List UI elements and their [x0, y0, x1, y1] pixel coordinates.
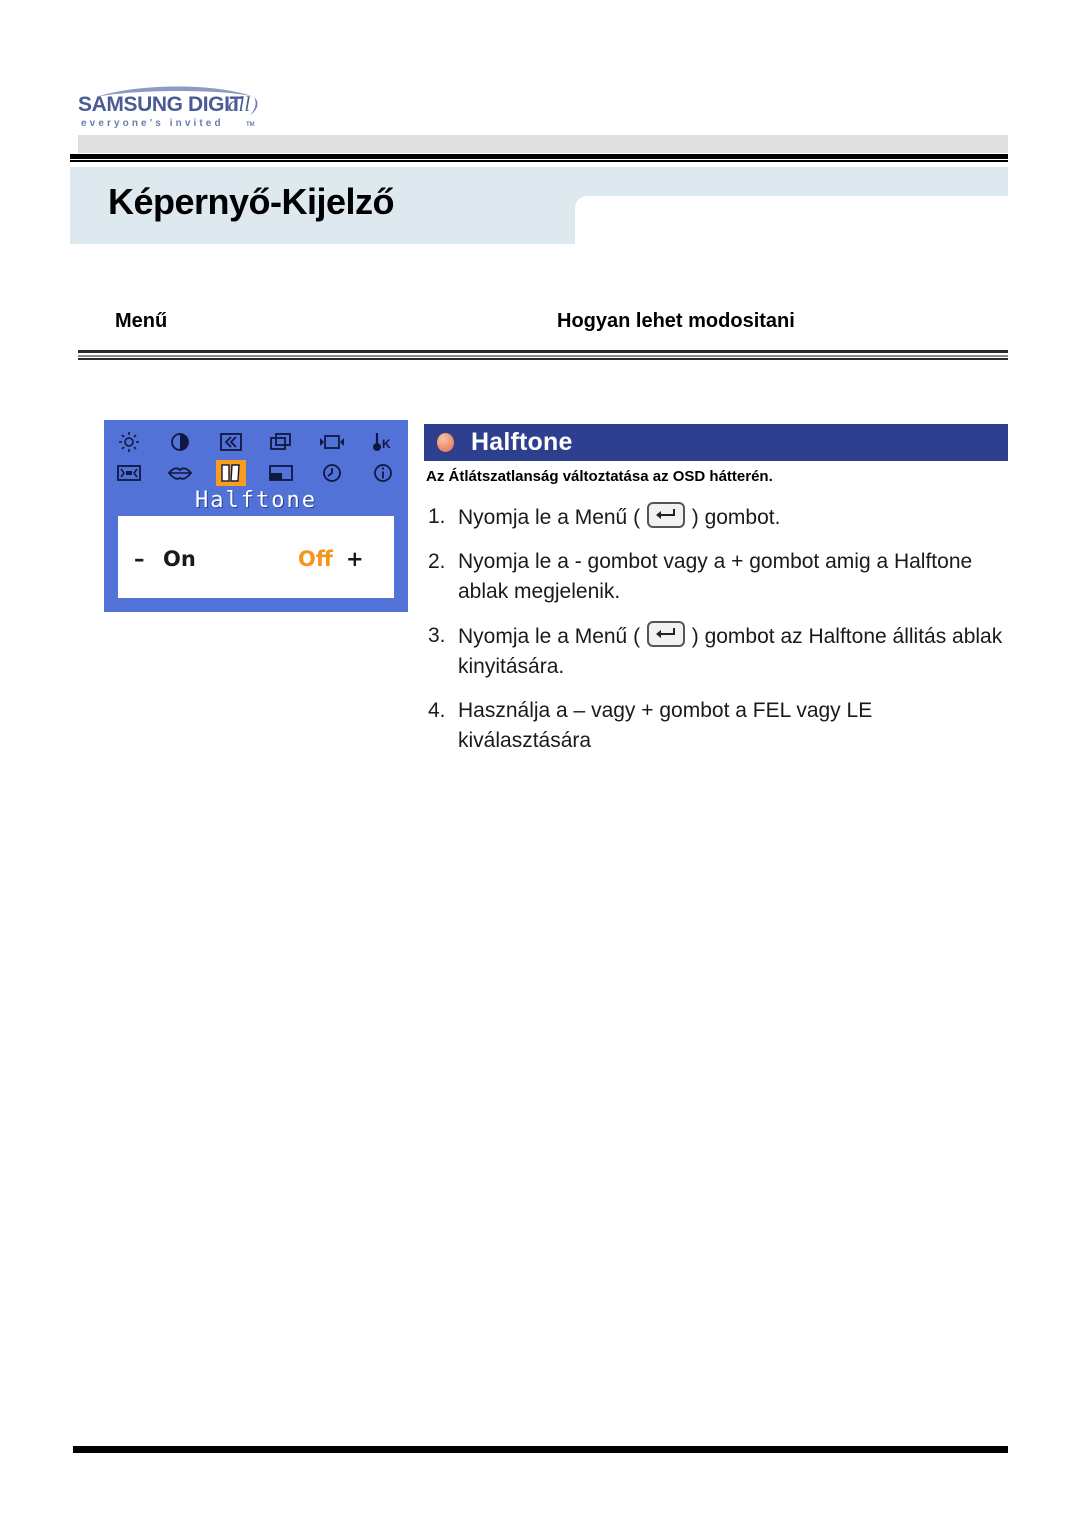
svg-text:all: all	[228, 92, 250, 116]
page-title: Képernyő-Kijelző	[108, 181, 395, 222]
list-item: 4. Használja a – vagy + gombot a FEL vag…	[428, 696, 1008, 756]
step-text: Használja a – vagy + gombot a FEL vagy L…	[458, 699, 873, 752]
enter-key-icon	[646, 621, 685, 647]
orange-ball-bullet-icon	[437, 433, 454, 452]
osd-title: Halftone	[195, 488, 317, 513]
brightness-icon	[114, 429, 144, 455]
top-gray-band	[78, 135, 1008, 153]
step-text: Nyomja le a Menű ( ) gombot az Halftone …	[458, 621, 1008, 682]
image-size-icon	[114, 460, 144, 486]
step-number: 2.	[428, 550, 446, 573]
list-item: 2. Nyomja le a - gombot vagy a + gombot …	[428, 547, 1008, 607]
h-position-icon	[317, 429, 347, 455]
svg-text:TM: TM	[246, 122, 255, 128]
osd-icon-row-1: K	[104, 426, 408, 458]
information-icon	[368, 460, 398, 486]
step-text-post: ) gombot.	[685, 506, 781, 529]
osd-plus-symbol: +	[346, 547, 364, 571]
list-item: 1. Nyomja le a Menű ( ) gombot.	[428, 502, 1008, 533]
samsung-digitall-logo-graphic: SAMSUNG DIGIT all everyone's invited TM	[78, 86, 258, 129]
osd-minus-symbol: –	[134, 547, 145, 571]
svg-text:SAMSUNG DIGIT: SAMSUNG DIGIT	[78, 93, 243, 116]
osd-position-icon	[266, 460, 296, 486]
language-lips-icon	[165, 460, 195, 486]
svg-text:K: K	[382, 437, 391, 451]
column-header-menu: Menű	[115, 310, 168, 332]
color-temperature-icon: K	[368, 429, 398, 455]
enter-key-icon	[646, 502, 685, 528]
image-lock-icon	[216, 429, 246, 455]
step-text: Nyomja le a - gombot vagy a + gombot ami…	[458, 550, 973, 603]
osd-value-window: – On Off +	[118, 516, 394, 598]
step-number: 3.	[428, 624, 446, 647]
step-number: 1.	[428, 505, 446, 528]
header-rule-thin	[70, 160, 1008, 162]
osd-menu-graphic: K Halftone – On Off +	[104, 420, 408, 612]
osd-value-row: – On Off +	[118, 546, 394, 572]
section-subtitle: Az Átlátszatlanság változtatása az OSD h…	[426, 468, 773, 485]
coarse-clone-icon	[266, 429, 296, 455]
osd-option-on: On	[163, 547, 196, 571]
column-header-how-to-adjust: Hogyan lehet modositani	[557, 310, 795, 332]
step-text-pre: Nyomja le a Menű (	[458, 506, 646, 529]
step-text-pre: Nyomja le a Menű (	[458, 625, 646, 648]
svg-text:everyone's invited: everyone's invited	[81, 118, 224, 129]
osd-icon-row-2	[104, 458, 408, 488]
title-band-notch	[575, 196, 1008, 246]
column-header-rule-bottom	[78, 358, 1008, 360]
footer-rule	[73, 1446, 1008, 1453]
halftone-icon	[215, 460, 246, 486]
step-number: 4.	[428, 699, 446, 722]
contrast-icon	[165, 429, 195, 455]
instruction-list: 1. Nyomja le a Menű ( ) gombot. 2. Nyomj…	[428, 502, 1008, 770]
section-title: Halftone	[471, 428, 573, 456]
column-header-rule-top	[78, 350, 1008, 353]
list-item: 3. Nyomja le a Menű ( ) gombot az Halfto…	[428, 621, 1008, 682]
osd-option-off: Off	[298, 547, 333, 571]
display-time-clock-icon	[317, 460, 347, 486]
step-text: Nyomja le a Menű ( ) gombot.	[458, 502, 1008, 533]
samsung-logo: SAMSUNG DIGIT all everyone's invited TM	[78, 80, 268, 132]
section-banner: Halftone	[424, 424, 1008, 461]
column-header-rule-middle	[78, 355, 1008, 357]
header-rule-thick	[70, 154, 1008, 159]
